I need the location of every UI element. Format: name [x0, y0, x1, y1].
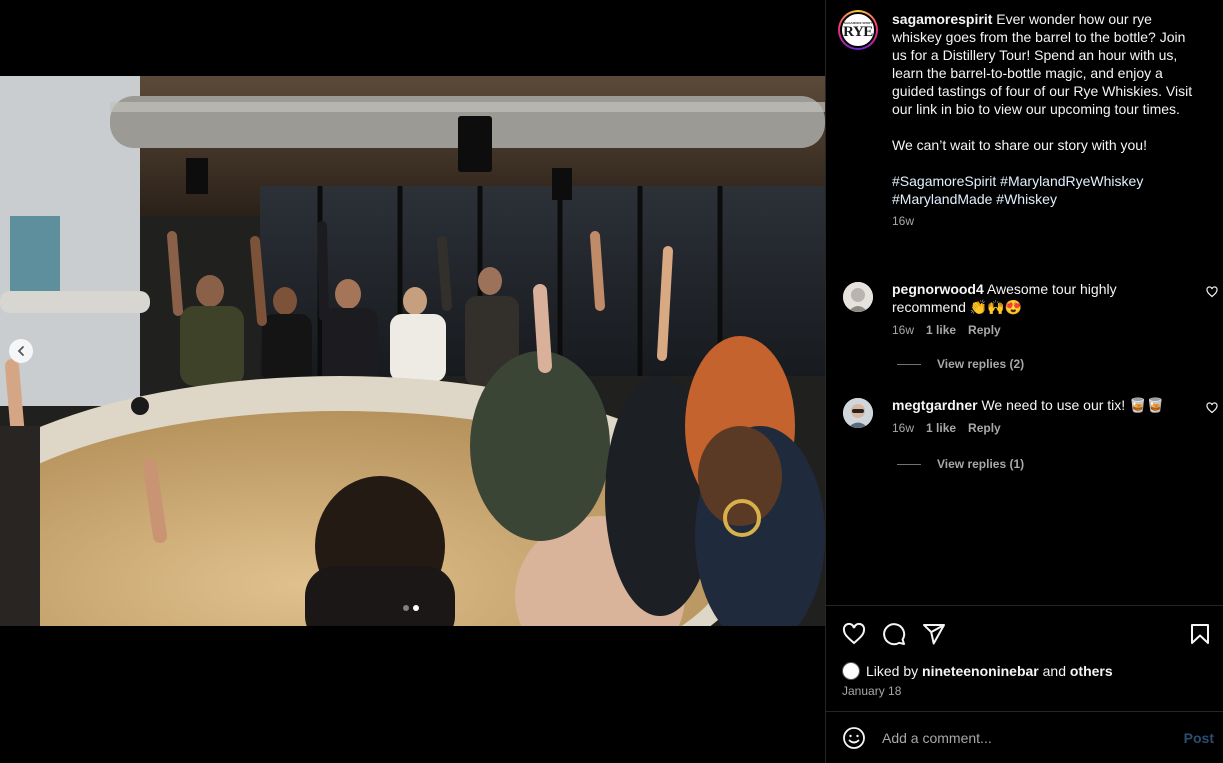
- likes-and: and: [1042, 663, 1066, 679]
- paper-plane-icon[interactable]: [922, 622, 946, 646]
- caption-timestamp[interactable]: 16w: [892, 213, 1202, 229]
- hashtag-link[interactable]: #SagamoreSpirit: [892, 173, 996, 189]
- view-replies-label: View replies (1): [937, 457, 1025, 471]
- caption-text: sagamorespirit Ever wonder how our rye w…: [892, 10, 1202, 229]
- reply-button[interactable]: Reply: [968, 322, 1001, 338]
- commenter-avatar[interactable]: [843, 282, 873, 312]
- author-avatar[interactable]: SAGAMORE SPIRIT RYE: [838, 10, 878, 50]
- comment-body: pegnorwood4 Awesome tour highly recommen…: [892, 280, 1182, 338]
- carousel-dot-active: [413, 605, 419, 611]
- comment-meta: 16w 1 like Reply: [892, 420, 1182, 436]
- hashtag-link[interactable]: #MarylandMade: [892, 191, 992, 207]
- post-actions: Liked by nineteenoninebar and others Jan…: [826, 605, 1223, 698]
- reply-button[interactable]: Reply: [968, 420, 1001, 436]
- caption-hashtags: #SagamoreSpirit #MarylandRyeWhiskey #Mar…: [892, 172, 1202, 208]
- comment-item: pegnorwood4 Awesome tour highly recommen…: [843, 280, 1218, 338]
- smiley-icon[interactable]: [842, 726, 866, 750]
- view-replies-label: View replies (2): [937, 357, 1025, 371]
- view-replies-button[interactable]: View replies (1): [897, 457, 1024, 471]
- comments-panel: SAGAMORE SPIRIT RYE sagamorespirit Ever …: [825, 0, 1223, 763]
- avatar-rye-text: RYE: [843, 24, 873, 40]
- avatar-image: [843, 282, 873, 312]
- distillery-tour-photo: [0, 76, 825, 626]
- comment-bubble-icon[interactable]: [882, 622, 906, 646]
- heart-icon[interactable]: [1206, 286, 1218, 298]
- comment-text: We need to use our tix! 🥃🥃: [981, 397, 1164, 413]
- comment-input[interactable]: [882, 725, 1162, 750]
- action-bar: [842, 622, 1212, 646]
- carousel-dot: [403, 605, 409, 611]
- comment-time[interactable]: 16w: [892, 322, 914, 338]
- liker-username[interactable]: nineteenoninebar: [922, 663, 1039, 679]
- likes-others-link[interactable]: others: [1070, 663, 1113, 679]
- carousel-dots: [403, 605, 419, 611]
- comment-meta: 16w 1 like Reply: [892, 322, 1182, 338]
- likes-summary: Liked by nineteenoninebar and others: [842, 662, 1113, 680]
- media-pane: [0, 0, 825, 763]
- comment-likes[interactable]: 1 like: [926, 420, 956, 436]
- heart-icon[interactable]: [842, 622, 866, 646]
- heart-icon[interactable]: [1206, 402, 1218, 414]
- caption-line-2: We can’t wait to share our story with yo…: [892, 137, 1147, 153]
- carousel-prev-button[interactable]: [9, 339, 33, 363]
- comment-time[interactable]: 16w: [892, 420, 914, 436]
- post-date[interactable]: January 18: [842, 684, 901, 698]
- bookmark-icon[interactable]: [1188, 622, 1212, 646]
- view-replies-button[interactable]: View replies (2): [897, 357, 1024, 371]
- commenter-avatar[interactable]: [843, 398, 873, 428]
- comment-item: megtgardner We need to use our tix! 🥃🥃 1…: [843, 396, 1218, 436]
- comment-body: megtgardner We need to use our tix! 🥃🥃 1…: [892, 396, 1182, 436]
- hashtag-link[interactable]: #Whiskey: [996, 191, 1057, 207]
- hashtag-link[interactable]: #MarylandRyeWhiskey: [1000, 173, 1143, 189]
- replies-divider: [897, 463, 921, 465]
- replies-divider: [897, 363, 921, 365]
- author-username[interactable]: sagamorespirit: [892, 11, 992, 27]
- avatar-image: [843, 398, 873, 428]
- commenter-username[interactable]: megtgardner: [892, 397, 978, 413]
- liker-avatar[interactable]: [842, 662, 860, 680]
- add-comment-bar: Post: [826, 711, 1223, 763]
- likes-prefix: Liked by: [866, 663, 919, 679]
- post-caption: SAGAMORE SPIRIT RYE sagamorespirit Ever …: [838, 10, 1218, 229]
- chevron-left-icon: [17, 346, 24, 356]
- post-comment-button[interactable]: Post: [1184, 730, 1214, 746]
- comment-likes[interactable]: 1 like: [926, 322, 956, 338]
- post-photo[interactable]: [0, 76, 825, 626]
- commenter-username[interactable]: pegnorwood4: [892, 281, 984, 297]
